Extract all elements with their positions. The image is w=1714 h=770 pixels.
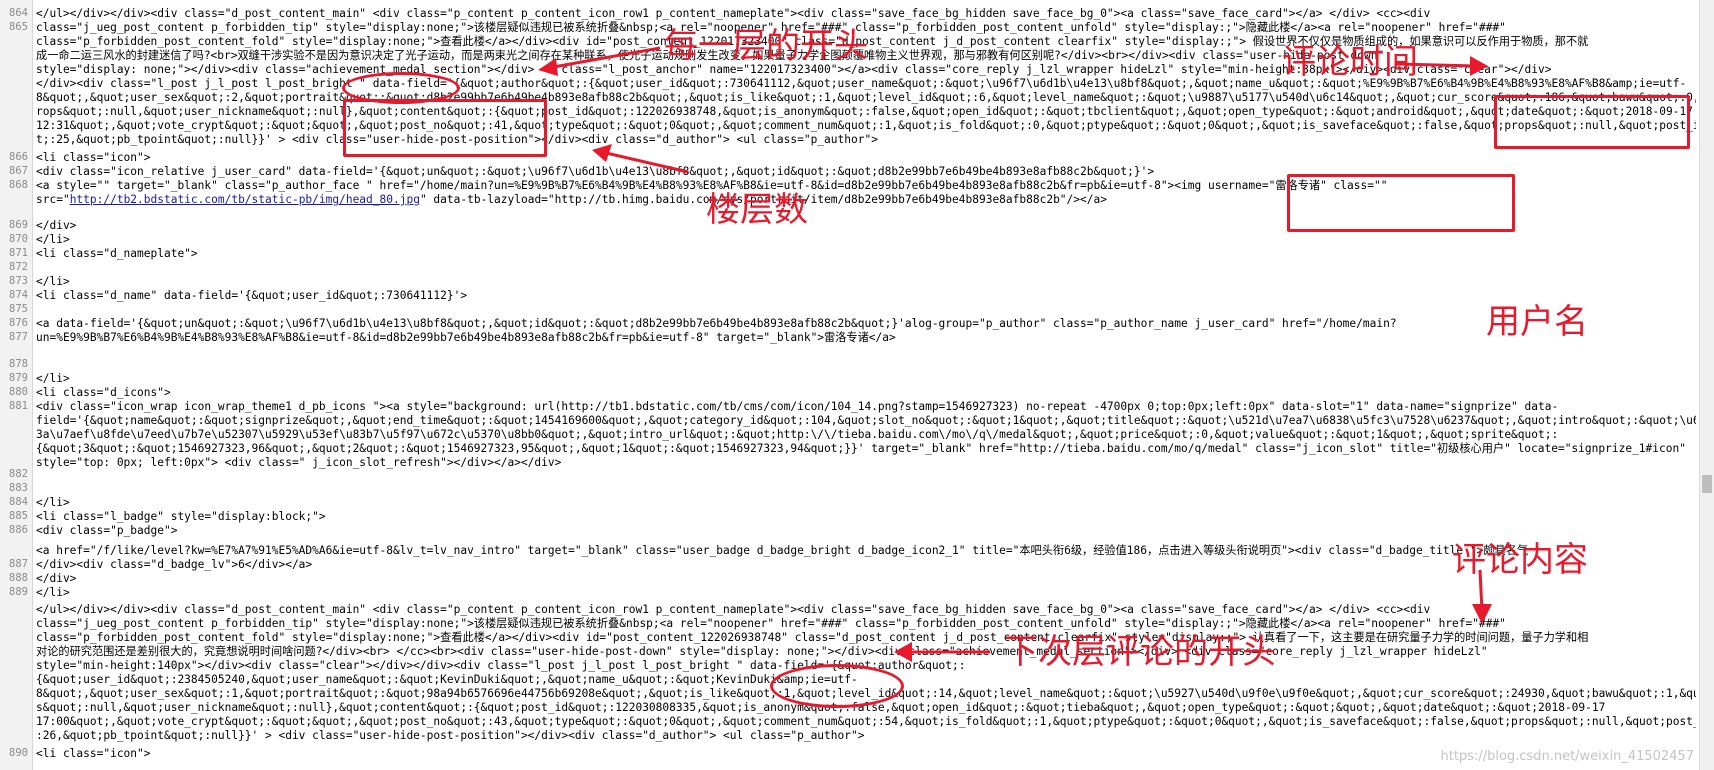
line-number: 869 [9, 219, 28, 231]
line-number: 890 [9, 747, 28, 759]
code-line: 对论的研究范围还是差别很大的，究竟想说明时间啥问题?</div><br> </c… [36, 645, 1488, 658]
comment-time-highlight [1494, 95, 1690, 149]
code-line: </div> [36, 572, 77, 585]
line-number: 874 [9, 289, 28, 301]
code-line: </li> [36, 233, 70, 246]
line-number: 870 [9, 233, 28, 245]
code-line: t;:25,&quot;pb_tpoint&quot;:null}}' > <d… [36, 133, 878, 146]
code-line: 3a\u7aef\u8fde\u7eed\u7b7e\u52307\u5929\… [36, 428, 1559, 441]
code-line: <a data-field='{&quot;un&quot;:&quot;\u9… [36, 317, 1397, 330]
line-number: 886 [9, 524, 28, 536]
code-line: field='{&quot;name&quot;:&quot;signprize… [36, 414, 1696, 427]
line-number: 884 [9, 496, 28, 508]
line-number: 872 [9, 261, 28, 273]
line-number: 888 [9, 572, 28, 584]
next-floor-start-highlight [770, 664, 904, 708]
username-highlight [1287, 174, 1515, 232]
code-line: <div class="icon_wrap icon_wrap_theme1 d… [36, 400, 1559, 413]
code-line: </li> [36, 496, 70, 509]
code-line: style="top: 0px; left:0px"> <div class="… [36, 456, 562, 469]
scrollbar-thumb[interactable] [1702, 475, 1712, 493]
code-line: <li class="d_name" data-field='{&quot;us… [36, 289, 468, 302]
code-line: </div><div class="d_badge_lv">6</div></a… [36, 558, 313, 571]
line-number: 878 [9, 358, 28, 370]
line-number-gutter: 864 865 866 867 868 869 870 871 872 873 … [0, 0, 33, 770]
code-line: 17:00&quot;,&quot;vote_crypt&quot;:&quot… [36, 715, 1696, 728]
annotation-username: 用户名 [1486, 302, 1588, 342]
line-number: 875 [9, 303, 28, 315]
line-number: 871 [9, 247, 28, 259]
code-line: </div><div class="l_post j_l_post l_post… [36, 77, 1687, 90]
code-line: <li class="l_badge" style="display:block… [36, 510, 326, 523]
line-number: 887 [9, 558, 28, 570]
code-line: <li class="icon"> [36, 151, 151, 164]
code-line: 12:31&quot;,&quot;vote_crypt&quot;:&quot… [36, 119, 1696, 132]
line-number: 867 [9, 165, 28, 177]
annotation-comment-time: 评论时间 [1282, 42, 1418, 82]
code-line: rops&quot;:null,&quot;user_nickname&quot… [36, 105, 1693, 118]
code-line: <li class="d_icons"> [36, 386, 171, 399]
line-number: 876 [9, 317, 28, 329]
code-line: </li> [36, 275, 70, 288]
image-source-link[interactable]: http://tb2.bdstatic.com/tb/static-pb/img… [70, 193, 420, 206]
line-number: 883 [9, 482, 28, 494]
annotation-next-floor-start: 下次层评论的开头 [1004, 632, 1276, 672]
code-line: un=%E9%9B%B7%E6%B4%9B%E4%B8%93%E8%AF%B8&… [36, 331, 896, 344]
code-line: <a href="/f/like/level?kw=%E7%A7%91%E5%A… [36, 544, 1529, 557]
line-number: 881 [9, 400, 28, 412]
annotation-floor-number: 楼层数 [706, 190, 808, 230]
line-number: 882 [9, 468, 28, 480]
code-line: class="j_ueg_post_content p_forbidden_ti… [36, 617, 1506, 630]
watermark: https://blog.csdn.net/weixin_41502457 [1440, 749, 1694, 764]
annotation-floor-start: 每一层的开头 [664, 26, 868, 66]
line-number: 864 [9, 7, 28, 19]
line-number: 889 [9, 586, 28, 598]
code-line: :26,&quot;pb_tpoint&quot;:null}}' > <div… [36, 729, 865, 742]
line-number: 880 [9, 386, 28, 398]
line-number: 873 [9, 275, 28, 287]
line-number: 866 [9, 151, 28, 163]
annotation-comment-content: 评论内容 [1452, 540, 1588, 580]
code-line: <div class="p_badge"> [36, 524, 178, 537]
code-text: src=" [36, 193, 70, 206]
code-line: </ul></div></div><div class="d_post_cont… [36, 7, 1431, 20]
code-line: </ul></div></div><div class="d_post_cont… [36, 603, 1431, 616]
line-number: 877 [9, 331, 28, 343]
line-number: 865 [9, 21, 28, 33]
code-line: 8&quot;,&quot;user_sex&quot;:2,&quot;por… [36, 91, 1696, 104]
line-number: 879 [9, 372, 28, 384]
line-number: 868 [9, 179, 28, 191]
vertical-scrollbar[interactable] [1699, 0, 1714, 770]
code-line: {&quot;3&quot;:&quot;1546927323,96&quot;… [36, 442, 1686, 455]
code-line: </li> [36, 372, 70, 385]
code-line: </li> [36, 586, 70, 599]
floor-number-highlight [343, 99, 547, 157]
code-line: <li class="d_nameplate"> [36, 247, 198, 260]
code-line: class="p_forbidden_post_content_fold" st… [36, 631, 1589, 644]
line-number: 885 [9, 510, 28, 522]
